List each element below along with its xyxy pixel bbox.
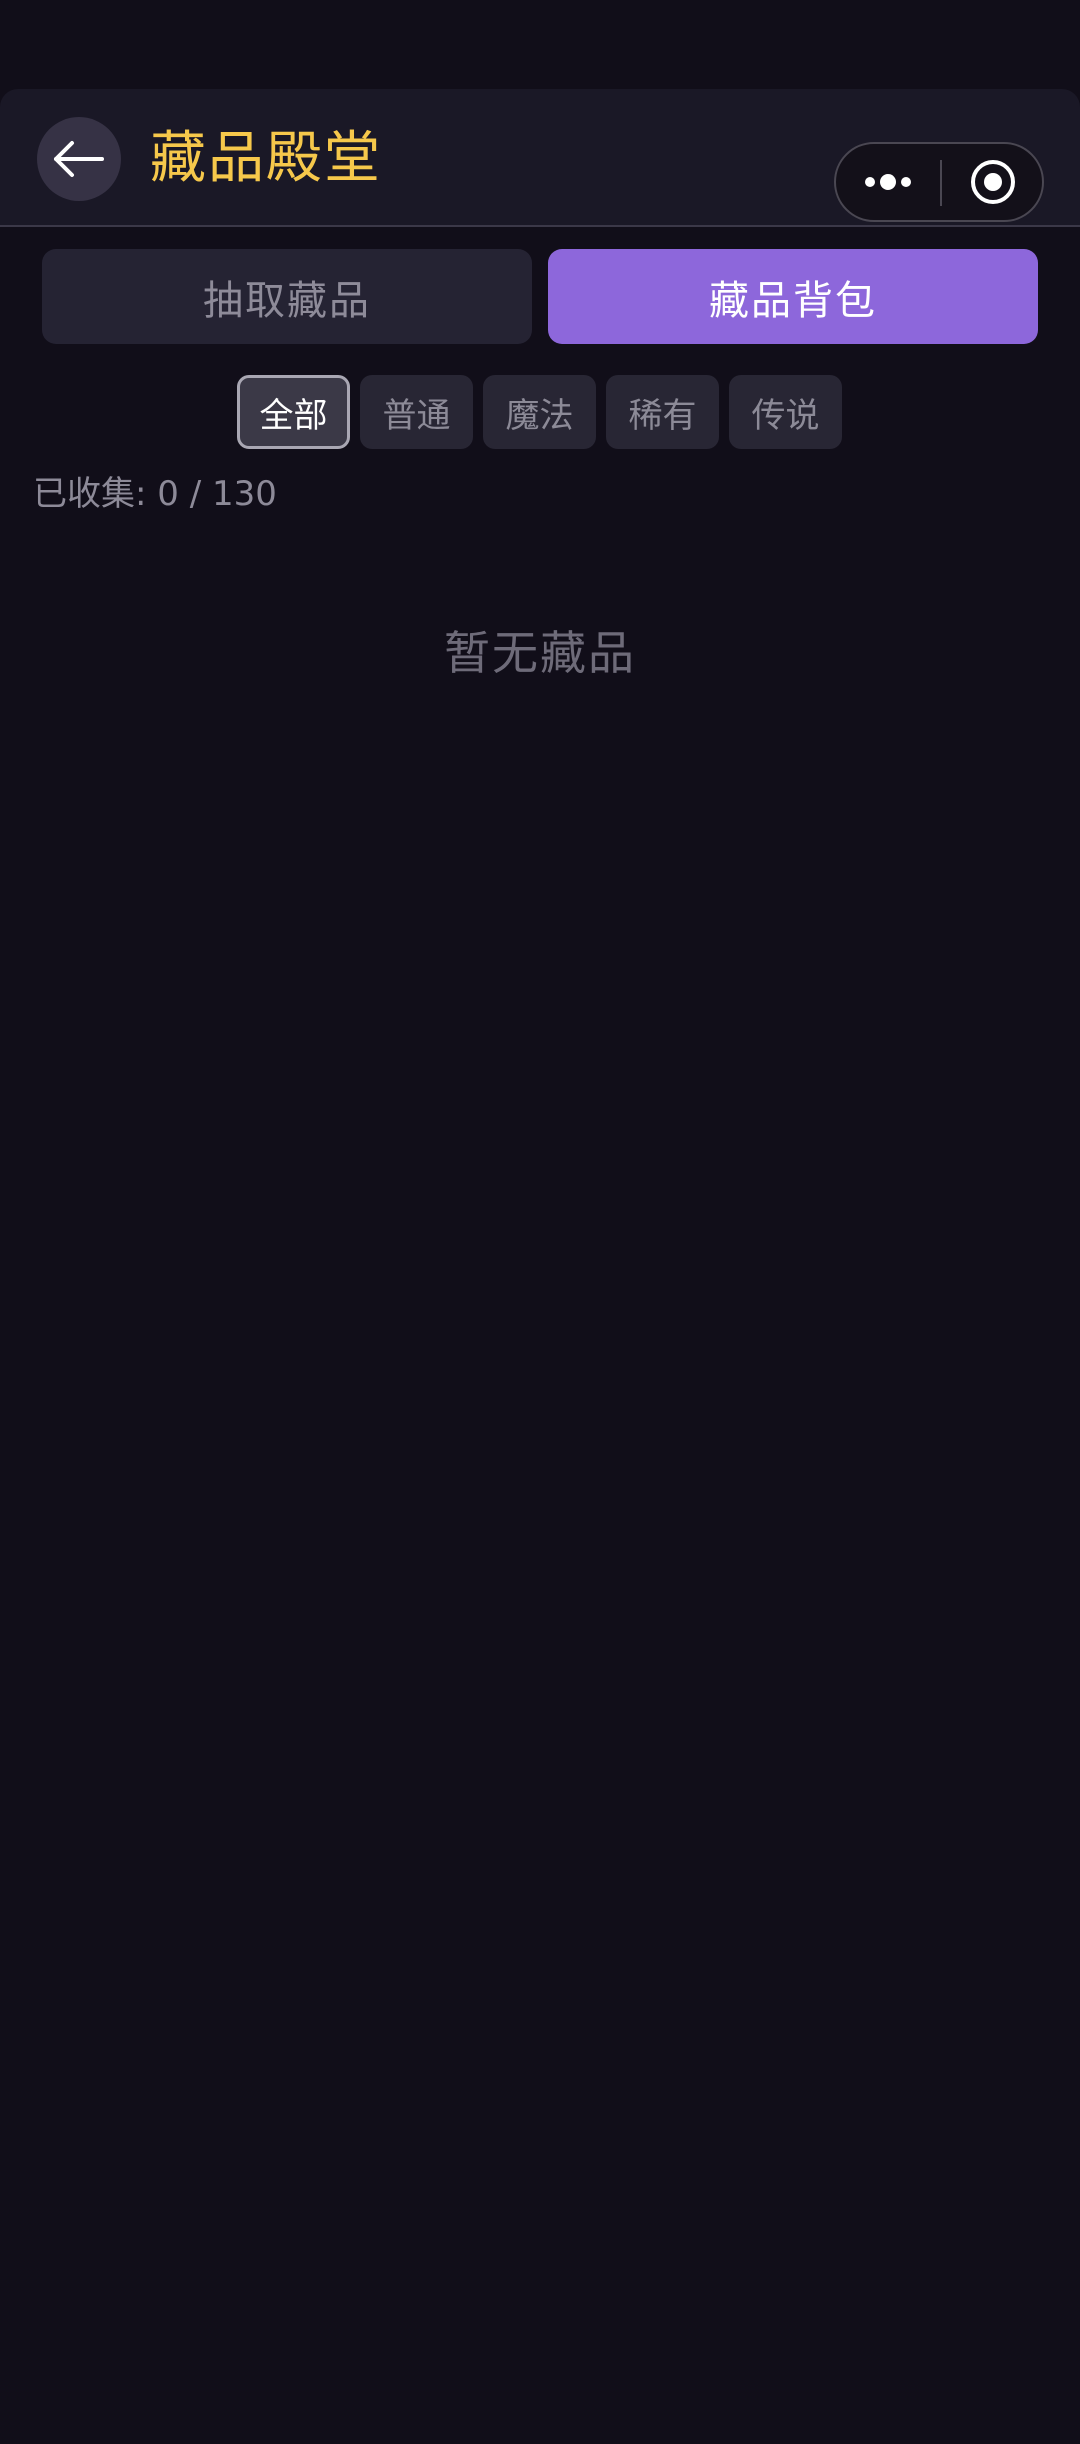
arrow-left-icon — [54, 141, 104, 177]
empty-state-message: 暂无藏品 — [444, 626, 636, 680]
filter-legendary[interactable]: 传说 — [729, 375, 842, 449]
back-button[interactable] — [37, 117, 121, 201]
filter-rare[interactable]: 稀有 — [606, 375, 719, 449]
close-mini-program-button[interactable] — [942, 144, 1044, 220]
collection-page: 藏品殿堂 抽取藏品 藏品背包 全部 普通 魔法 稀有 传说 已收集: 0 / 1… — [0, 0, 1080, 2444]
tab-collectible-bag[interactable]: 藏品背包 — [548, 249, 1038, 344]
filter-common[interactable]: 普通 — [360, 375, 473, 449]
header-bar: 藏品殿堂 — [0, 89, 1080, 227]
more-button[interactable] — [836, 144, 940, 220]
collection-count: 已收集: 0 / 130 — [33, 474, 277, 514]
rarity-filter-bar: 全部 普通 魔法 稀有 传说 — [0, 375, 1080, 449]
filter-magic[interactable]: 魔法 — [483, 375, 596, 449]
filter-all[interactable]: 全部 — [237, 375, 350, 449]
more-dots-icon — [865, 174, 911, 190]
mini-program-capsule — [834, 142, 1044, 222]
tab-draw-collectibles[interactable]: 抽取藏品 — [42, 249, 532, 344]
record-target-icon — [971, 160, 1015, 204]
page-title: 藏品殿堂 — [150, 126, 382, 191]
